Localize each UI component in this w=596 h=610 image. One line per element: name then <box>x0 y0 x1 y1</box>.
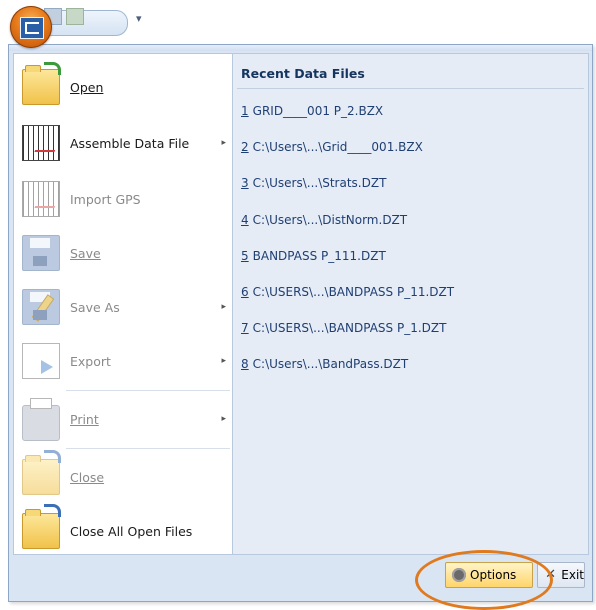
recent-file-number: 5 <box>241 248 249 263</box>
recent-file-number: 7 <box>241 321 249 336</box>
submenu-arrow-icon: ▸ <box>221 138 226 148</box>
recent-file-item[interactable]: 3 C:\Users\...\Strats.DZT <box>241 176 386 190</box>
submenu-arrow-icon: ▸ <box>221 356 226 366</box>
menu-item-open[interactable]: Open <box>14 60 232 114</box>
menu-item-import-gps[interactable]: Import GPS <box>14 172 232 226</box>
printer-icon <box>22 398 60 441</box>
save-disk-icon <box>22 235 60 271</box>
save-all-icon[interactable] <box>66 8 84 25</box>
recent-file-item[interactable]: 8 C:\Users\...\BandPass.DZT <box>241 357 408 371</box>
recent-file-number: 4 <box>241 212 249 227</box>
save-as-icon <box>22 289 60 325</box>
recent-file-number: 3 <box>241 176 249 191</box>
close-folder-icon <box>22 450 61 495</box>
menu-item-label: Close All Open Files <box>70 523 193 539</box>
recent-file-name: C:\USERS\...\BANDPASS P_11.DZT <box>252 285 455 299</box>
recent-file-name: C:\USERS\...\BANDPASS P_1.DZT <box>252 321 447 336</box>
recent-file-item[interactable]: 1 GRID____001 P_2.BZX <box>241 104 383 118</box>
export-icon <box>22 343 60 379</box>
menu-item-label: Close <box>70 469 105 485</box>
quick-access-toolbar: ▾ <box>10 4 596 48</box>
recent-file-item[interactable]: 4 C:\Users\...\DistNorm.DZT <box>241 213 407 227</box>
recent-file-name: GRID____001 P_2.BZX <box>252 104 384 118</box>
recent-file-item[interactable]: 7 C:\USERS\...\BANDPASS P_1.DZT <box>241 321 446 335</box>
recent-file-name: C:\Users\...\BandPass.DZT <box>252 357 409 372</box>
assemble-data-icon <box>22 125 60 161</box>
recent-file-number: 6 <box>241 285 249 299</box>
recent-files-pane: Recent Data Files 1 GRID____001 P_2.BZX 2… <box>232 53 589 555</box>
recent-file-name: BANDPASS P_111.DZT <box>252 248 386 263</box>
recent-file-number: 2 <box>241 140 249 155</box>
menu-item-label: Assemble Data File <box>70 135 190 151</box>
recent-file-number: 8 <box>241 357 249 372</box>
open-folder-icon <box>22 62 61 105</box>
recent-file-item[interactable]: 2 C:\Users\...\Grid____001.BZX <box>241 140 423 154</box>
app-logo-icon <box>20 17 44 39</box>
recent-file-name: C:\Users\...\Grid____001.BZX <box>252 140 423 155</box>
menu-item-save[interactable]: Save <box>14 226 232 280</box>
recent-file-item[interactable]: 5 BANDPASS P_111.DZT <box>241 249 386 263</box>
menu-item-label: Import GPS <box>70 191 141 207</box>
close-all-folder-icon <box>22 504 61 549</box>
exit-label: Exit <box>561 568 584 582</box>
import-gps-icon <box>22 181 60 217</box>
menu-item-close[interactable]: Close <box>14 450 232 504</box>
heading-divider <box>237 88 584 89</box>
menu-separator <box>66 390 230 391</box>
command-pane: Open Assemble Data File ▸ Import GPS Sav… <box>13 53 232 555</box>
menu-item-save-as[interactable]: Save As ▸ <box>14 280 232 334</box>
recent-file-item[interactable]: 6 C:\USERS\...\BANDPASS P_11.DZT <box>241 285 454 299</box>
recent-file-name: C:\Users\...\Strats.DZT <box>252 176 387 191</box>
menu-item-assemble-data-file[interactable]: Assemble Data File ▸ <box>14 116 232 170</box>
recent-file-number: 1 <box>241 104 249 118</box>
application-menu-button[interactable] <box>10 6 52 48</box>
menu-item-label: Export <box>70 353 111 369</box>
submenu-arrow-icon: ▸ <box>221 302 226 312</box>
menu-item-close-all-open-files[interactable]: Close All Open Files <box>14 504 232 558</box>
customize-toolbar-dropdown[interactable]: ▾ <box>136 12 142 25</box>
application-menu: Open Assemble Data File ▸ Import GPS Sav… <box>8 44 593 602</box>
submenu-arrow-icon: ▸ <box>221 414 226 424</box>
recent-file-name: C:\Users\...\DistNorm.DZT <box>252 212 408 227</box>
menu-item-print[interactable]: Print ▸ <box>14 392 232 446</box>
recent-files-heading: Recent Data Files <box>241 66 365 81</box>
menu-item-label: Save <box>70 245 101 261</box>
highlight-annotation-ring <box>415 550 553 610</box>
menu-item-label: Open <box>70 79 104 95</box>
menu-item-label: Save As <box>70 299 120 315</box>
menu-separator <box>66 448 230 449</box>
menu-item-export[interactable]: Export ▸ <box>14 334 232 388</box>
menu-item-label: Print <box>70 411 99 427</box>
